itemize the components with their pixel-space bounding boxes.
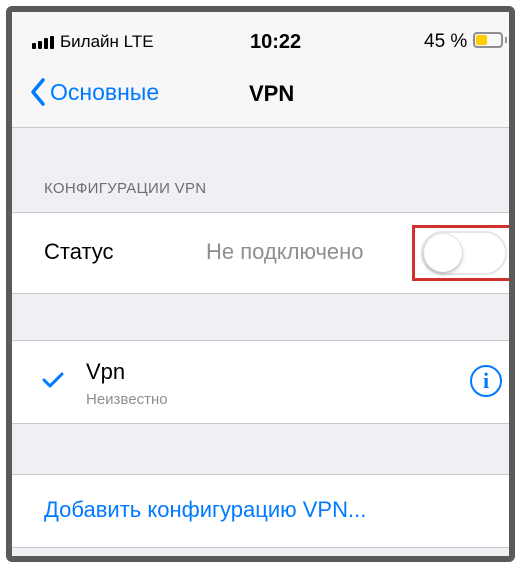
phone-screen: Билайн LTE 10:22 45 % Основные VPN КОНФИ… — [6, 6, 515, 562]
vpn-subtitle: Неизвестно — [86, 391, 168, 408]
page-title: VPN — [249, 81, 295, 106]
vpn-config-row[interactable]: Vpn Неизвестно i — [12, 340, 509, 424]
back-button[interactable]: Основные — [30, 78, 159, 106]
clock: 10:22 — [250, 31, 302, 53]
battery-fill — [476, 35, 487, 45]
battery-icon — [473, 32, 503, 48]
status-value: Не подключено — [206, 239, 364, 264]
signal-bars-icon — [32, 36, 54, 49]
navigation-bar: Основные VPN — [12, 62, 509, 128]
status-label: Статус — [44, 239, 114, 264]
status-bar: Билайн LTE 10:22 45 % — [12, 12, 509, 62]
chevron-left-icon — [31, 78, 45, 106]
section-header: КОНФИГУРАЦИИ VPN — [44, 180, 207, 197]
battery-tip — [505, 37, 507, 43]
status-row: Статус Не подключено — [12, 212, 509, 294]
carrier-label: Билайн LTE — [60, 32, 154, 51]
checkmark-icon — [42, 372, 64, 388]
back-label: Основные — [50, 78, 160, 105]
highlight-box — [412, 225, 509, 281]
add-vpn-config-link[interactable]: Добавить конфигурацию VPN... — [44, 497, 366, 523]
battery-percent: 45 % — [424, 31, 468, 52]
vpn-name: Vpn — [86, 359, 126, 384]
info-icon[interactable]: i — [470, 365, 502, 397]
add-config-row[interactable]: Добавить конфигурацию VPN... — [12, 474, 509, 548]
